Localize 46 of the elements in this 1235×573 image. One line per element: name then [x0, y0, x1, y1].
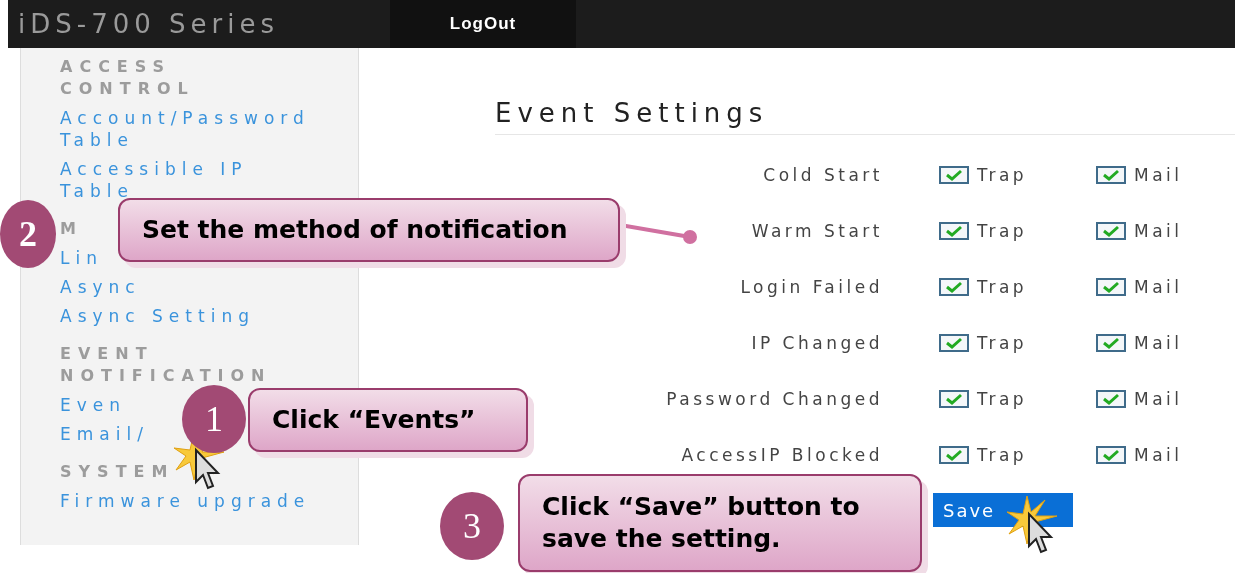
step-number-badge: 2 — [0, 200, 56, 268]
event-label: IP Changed — [751, 333, 883, 353]
sidebar-link[interactable]: Lin — [60, 247, 103, 269]
checkbox-label: Mail — [1134, 389, 1183, 409]
event-label: Warm Start — [751, 221, 883, 241]
sidebar-link[interactable]: Async Setting — [60, 305, 255, 327]
sidebar-link[interactable]: Async — [60, 276, 141, 298]
event-label: Password Changed — [666, 389, 883, 409]
checkbox[interactable] — [1096, 222, 1126, 240]
sidebar-heading: EVENT NOTIFICATION — [60, 343, 273, 387]
event-label: Cold Start — [763, 165, 883, 185]
checkbox-label: Mail — [1134, 333, 1183, 353]
checkbox[interactable] — [939, 166, 969, 184]
checkbox-label: Mail — [1134, 165, 1183, 185]
checkbox[interactable] — [1096, 278, 1126, 296]
checkbox-label: Trap — [977, 389, 1028, 409]
checkbox-label: Trap — [977, 165, 1028, 185]
checkbox[interactable] — [939, 334, 969, 352]
checkbox-label: Trap — [977, 221, 1028, 241]
sidebar-link[interactable]: Firmware upgrade — [60, 490, 311, 512]
step-number-badge: 3 — [440, 492, 504, 560]
checkbox[interactable] — [1096, 166, 1126, 184]
sidebar-link[interactable]: Email/ — [60, 423, 149, 445]
sidebar-heading: ACCESS CONTROL — [60, 56, 196, 100]
event-label: AccessIP Blocked — [681, 445, 883, 465]
checkbox[interactable] — [939, 446, 969, 464]
sidebar-link[interactable]: Even — [60, 394, 127, 416]
checkbox-label: Trap — [977, 277, 1028, 297]
logout-button[interactable]: LogOut — [390, 0, 576, 48]
sidebar-heading: M — [60, 218, 83, 240]
checkbox-label: Mail — [1134, 221, 1183, 241]
checkbox[interactable] — [939, 222, 969, 240]
checkbox[interactable] — [1096, 446, 1126, 464]
checkbox-label: Mail — [1134, 277, 1183, 297]
checkbox-label: Trap — [977, 445, 1028, 465]
checkbox[interactable] — [1096, 334, 1126, 352]
event-label: Login Failed — [740, 277, 883, 297]
sidebar-heading: SYSTEM — [60, 461, 175, 483]
app-title: iDS-700 Series — [18, 9, 280, 39]
checkbox[interactable] — [939, 390, 969, 408]
sidebar-link[interactable]: Account/Password Table — [60, 107, 318, 151]
checkbox-label: Trap — [977, 333, 1028, 353]
checkbox-label: Mail — [1134, 445, 1183, 465]
checkbox[interactable] — [939, 278, 969, 296]
checkbox[interactable] — [1096, 390, 1126, 408]
page-title: Event Settings — [495, 98, 1235, 135]
